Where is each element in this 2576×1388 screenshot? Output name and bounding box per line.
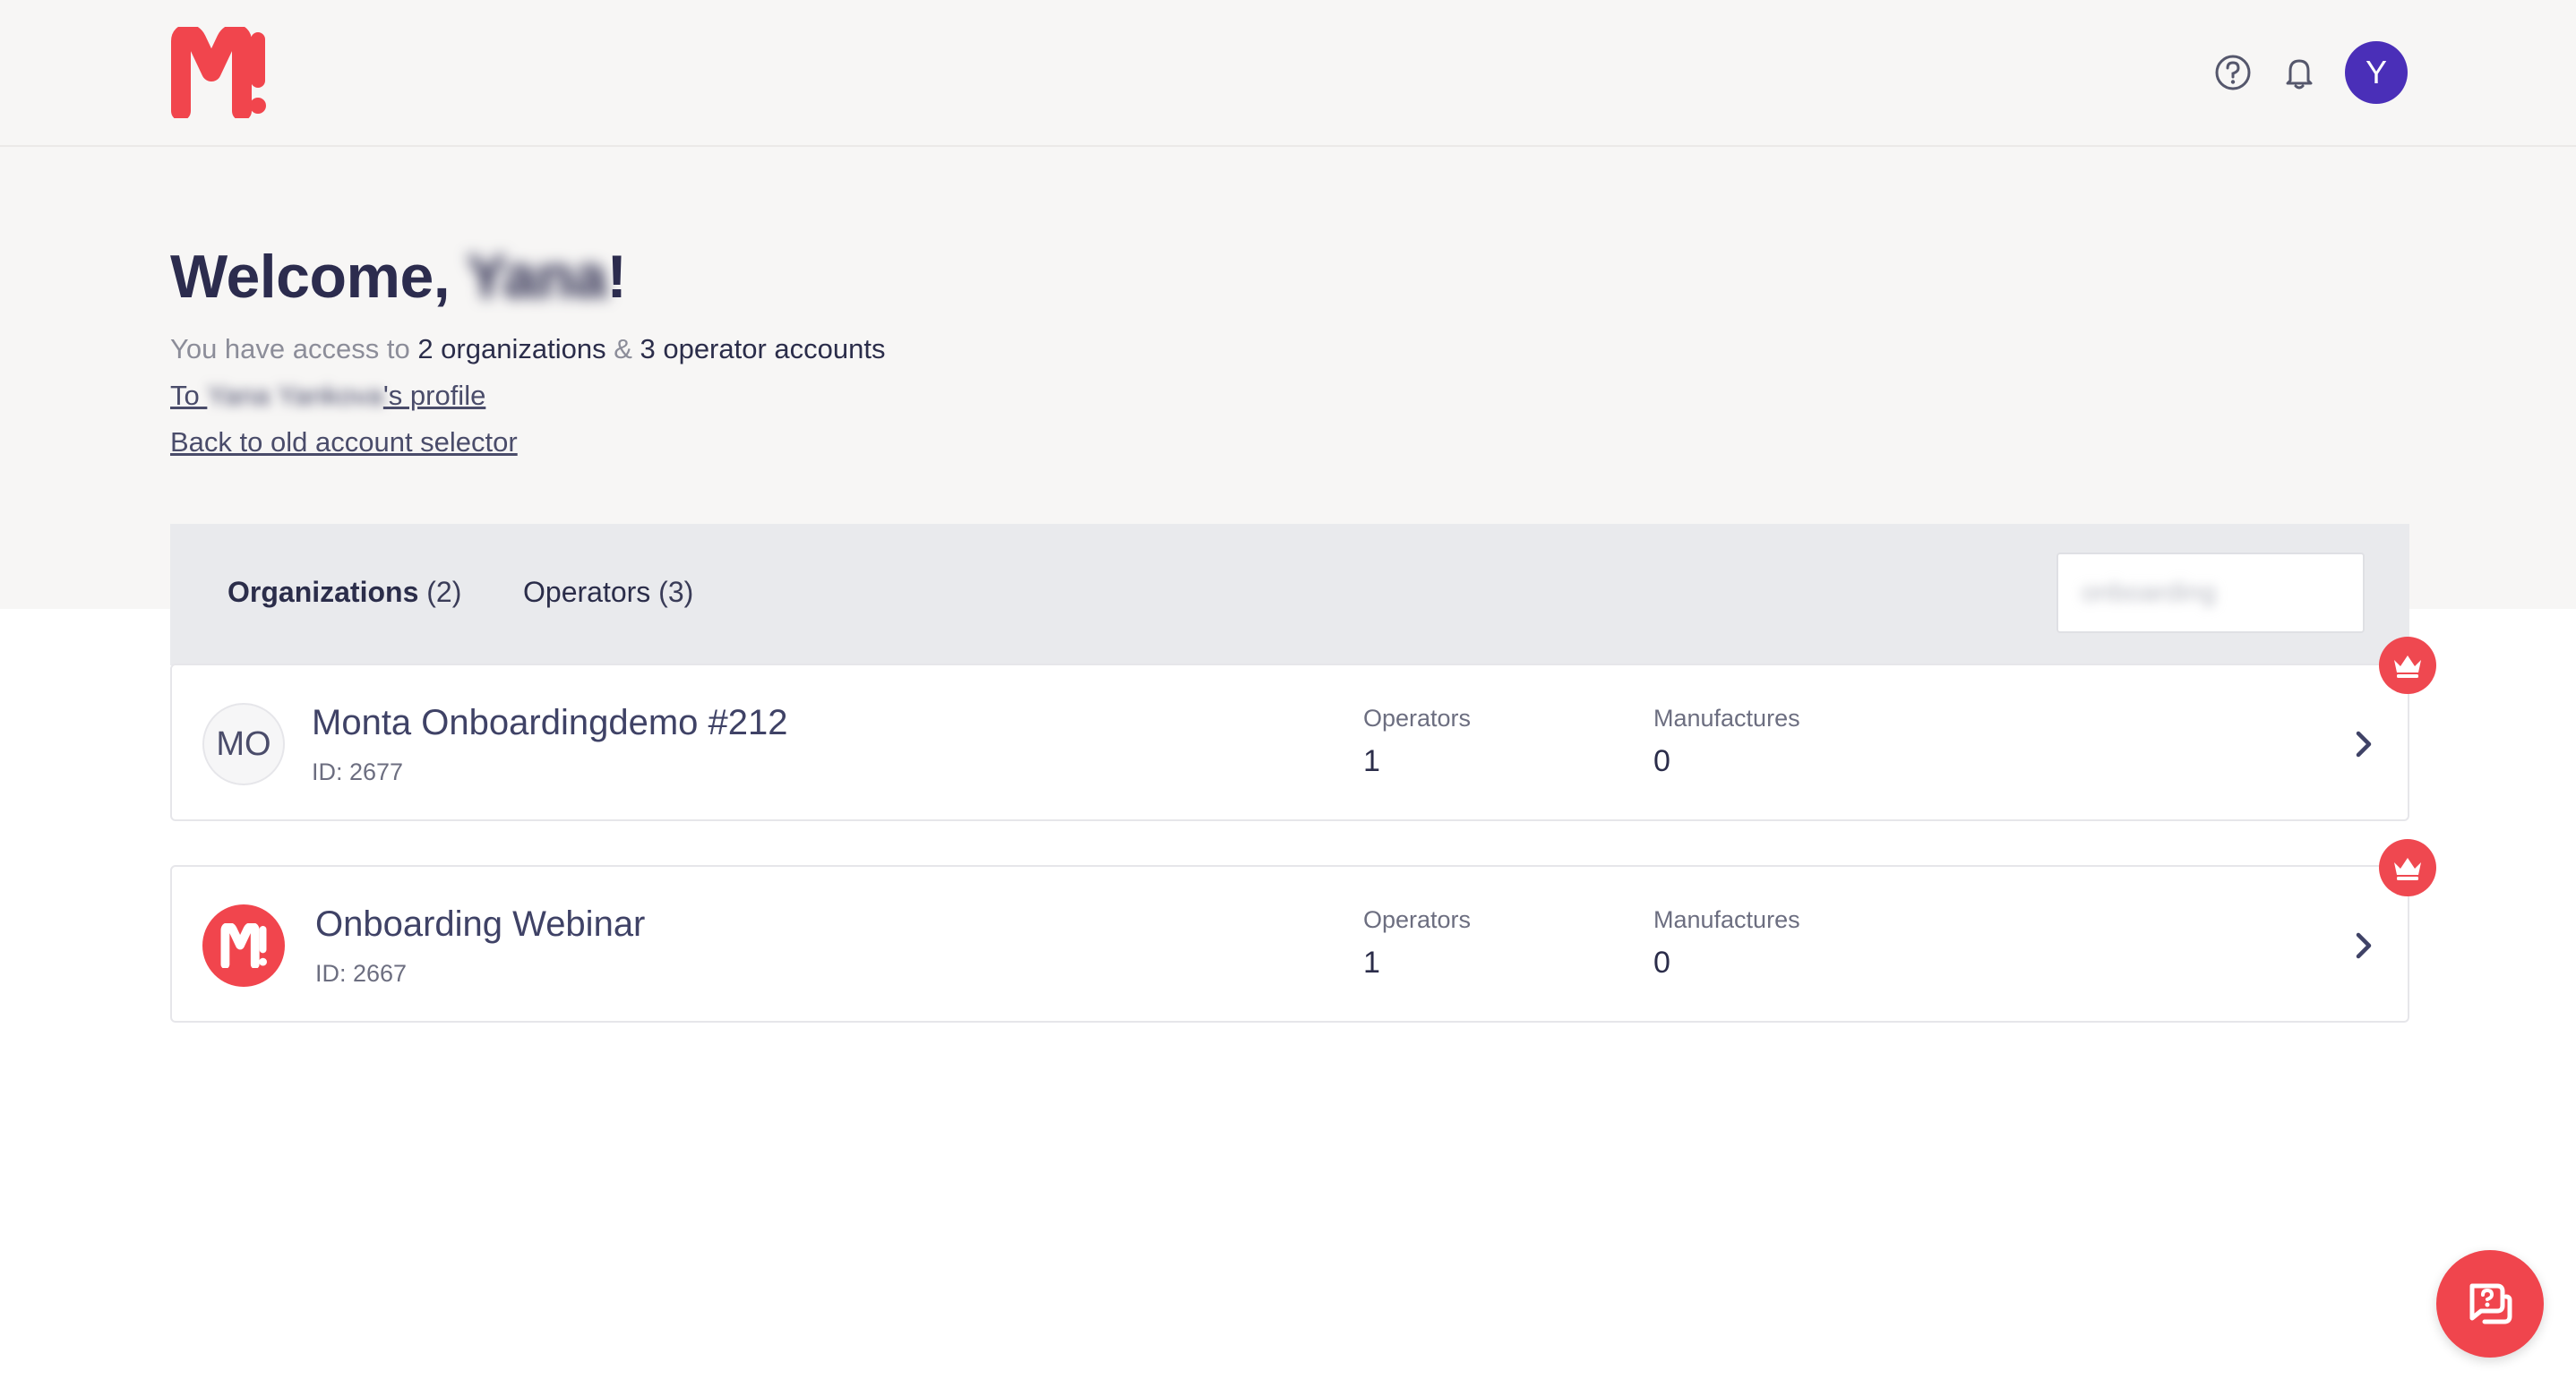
chat-help-button[interactable] (2436, 1250, 2544, 1358)
manufactures-count: 0 (1653, 946, 1670, 980)
org-id: ID: 2677 (312, 758, 404, 785)
user-name: Yana (466, 243, 607, 311)
org-id: ID: 2667 (315, 960, 408, 987)
tab-organizations[interactable]: Organizations (2) (228, 576, 461, 609)
crown-icon (2379, 839, 2436, 896)
chevron-right-icon[interactable] (2350, 728, 2377, 760)
org-name: Monta Onboardingdemo #212 (312, 703, 788, 742)
bell-icon[interactable] (2279, 52, 2320, 93)
user-avatar[interactable]: Y (2345, 41, 2408, 104)
org-count: 2 organizations (417, 333, 606, 364)
search-input[interactable]: onboarding (2057, 553, 2365, 633)
tabs-bar: Organizations (2) Operators (3) onboardi… (170, 524, 2409, 665)
operators-count: 1 (1363, 744, 1380, 778)
manufactures-label: Manufactures (1653, 906, 1800, 933)
org-avatar: MO (202, 703, 285, 785)
help-icon[interactable] (2212, 52, 2254, 93)
crown-icon (2379, 637, 2436, 694)
manufactures-count: 0 (1653, 744, 1670, 778)
manufactures-label: Manufactures (1653, 705, 1800, 732)
monta-logo-icon (220, 923, 267, 968)
operator-count: 3 operator accounts (640, 333, 886, 364)
welcome-heading: Welcome, Yana! (170, 243, 627, 311)
monta-logo[interactable] (168, 27, 269, 118)
profile-link[interactable]: To Yana Yankova's profile (170, 380, 485, 412)
access-summary: You have access to 2 organizations & 3 o… (170, 333, 886, 364)
operators-label: Operators (1363, 906, 1472, 933)
org-avatar (202, 904, 285, 987)
old-account-selector-link[interactable]: Back to old account selector (170, 426, 518, 458)
operators-count: 1 (1363, 946, 1380, 980)
top-header: Y (0, 0, 2576, 147)
org-name: Onboarding Webinar (315, 904, 646, 944)
organization-card[interactable]: MO Monta Onboardingdemo #212 ID: 2677 Op… (170, 664, 2409, 821)
tab-operators[interactable]: Operators (3) (523, 576, 693, 609)
organization-card[interactable]: Onboarding Webinar ID: 2667 Operators 1 … (170, 865, 2409, 1023)
chevron-right-icon[interactable] (2350, 930, 2377, 962)
chat-help-icon (2469, 1283, 2512, 1324)
operators-label: Operators (1363, 705, 1472, 732)
